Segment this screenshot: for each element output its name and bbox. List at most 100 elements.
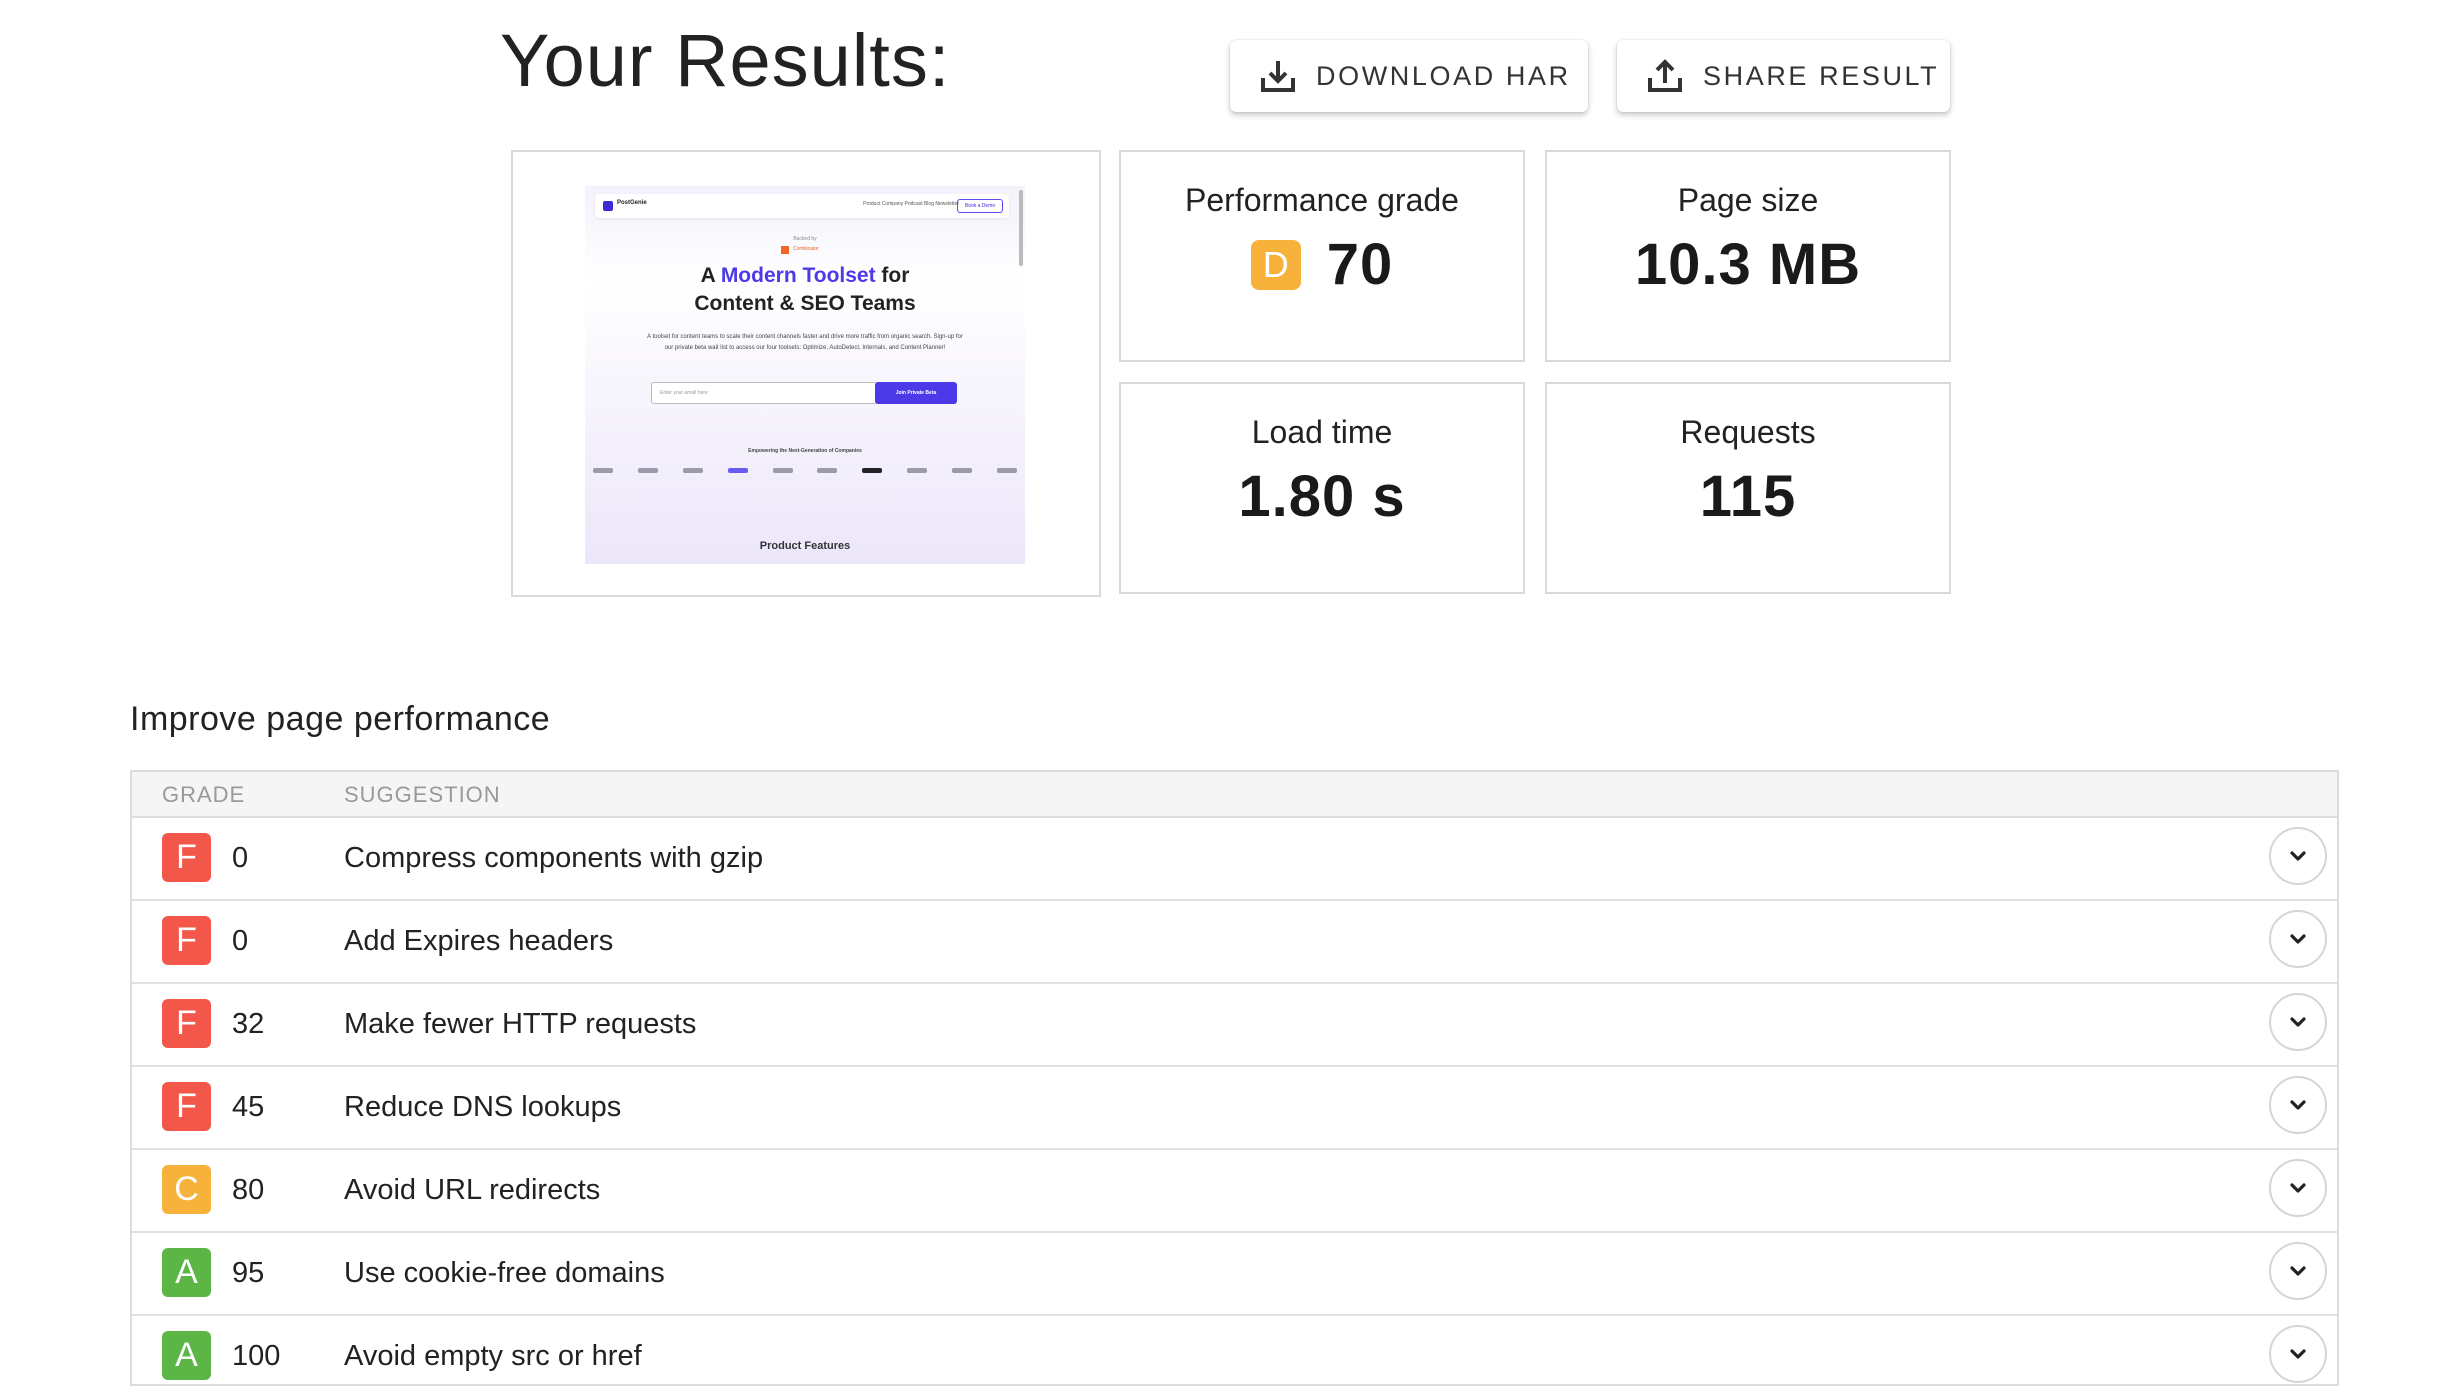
requests-value: 115: [1699, 464, 1797, 529]
chevron-down-icon: [2290, 934, 2306, 944]
suggestion-text: Compress components with gzip: [344, 842, 764, 874]
thumbnail-join-button: Join Private Beta: [875, 382, 957, 404]
thumbnail-yc-logo-icon: [781, 246, 789, 254]
chevron-down-icon: [2290, 851, 2306, 861]
performance-grade-label: Performance grade: [1185, 182, 1459, 218]
suggestion-text: Avoid empty src or href: [344, 1340, 642, 1372]
thumbnail-backed-by: Backed by: [793, 236, 817, 242]
customer-logo-icon: [907, 468, 928, 473]
table-body: F 0 Compress components with gzip F 0 Ad…: [132, 818, 2337, 1397]
table-row[interactable]: F 32 Make fewer HTTP requests: [132, 984, 2337, 1067]
grade-score: 45: [232, 1091, 265, 1123]
expand-row-button[interactable]: [2269, 1242, 2327, 1300]
thumbnail-subtext: A toolset for content teams to scale the…: [647, 334, 963, 351]
performance-grade-badge: D: [1250, 239, 1301, 290]
table-row[interactable]: F 0 Add Expires headers: [132, 901, 2337, 984]
grade-badge: F: [162, 916, 211, 965]
table-row[interactable]: F 0 Compress components with gzip: [132, 818, 2337, 901]
grade-score: 100: [232, 1340, 281, 1372]
grade-badge: A: [162, 1331, 211, 1380]
download-icon: [1261, 61, 1295, 92]
expand-row-button[interactable]: [2269, 1159, 2327, 1217]
page-size-value: 10.3 MB: [1634, 232, 1862, 297]
thumbnail-yc-label: Combinator: [793, 246, 819, 252]
thumbnail-image: PostGenie Product Company Podcast Blog N…: [585, 186, 1025, 564]
expand-row-button[interactable]: [2269, 1076, 2327, 1134]
thumbnail-customer-logos: [593, 468, 1017, 473]
download-har-label: DOWNLOAD HAR: [1316, 60, 1571, 91]
grade-score: 32: [232, 1008, 265, 1040]
thumbnail-nav-button: Book a Demo: [957, 199, 1003, 213]
grade-score: 95: [232, 1257, 265, 1289]
share-result-button[interactable]: SHARE RESULT: [1617, 40, 1950, 112]
page-size-label: Page size: [1677, 182, 1819, 218]
grade-score: 0: [232, 925, 249, 957]
page-screenshot-thumbnail: PostGenie Product Company Podcast Blog N…: [511, 150, 1101, 597]
expand-row-button[interactable]: [2269, 1325, 2327, 1383]
requests-label: Requests: [1680, 414, 1816, 450]
customer-logo-icon: [682, 468, 703, 473]
thumbnail-headline-accent: Modern Toolset: [720, 264, 876, 287]
chevron-down-icon: [2290, 1100, 2306, 1110]
suggestions-table: GRADE SUGGESTION F 0 Compress components…: [130, 770, 2339, 1386]
thumbnail-headline: A Modern Toolset for Content & SEO Teams: [585, 262, 1025, 318]
thumbnail-navbar: PostGenie Product Company Podcast Blog N…: [595, 194, 1009, 218]
thumbnail-headline-1: A: [700, 264, 721, 287]
thumbnail-logo-icon: [603, 201, 613, 211]
requests-tile: Requests 115: [1545, 382, 1951, 594]
download-har-button[interactable]: DOWNLOAD HAR: [1230, 40, 1588, 112]
performance-grade-row: D 70: [1250, 231, 1394, 298]
grade-score: 0: [232, 842, 249, 874]
chevron-down-icon: [2290, 1266, 2306, 1276]
thumbnail-product-features: Product Features: [759, 540, 851, 552]
table-row[interactable]: A 100 Avoid empty src or href: [132, 1316, 2337, 1397]
suggestion-text: Reduce DNS lookups: [344, 1091, 622, 1123]
improve-section-title: Improve page performance: [130, 700, 551, 738]
expand-row-button[interactable]: [2269, 827, 2327, 885]
table-row[interactable]: F 45 Reduce DNS lookups: [132, 1067, 2337, 1150]
column-header-grade: GRADE: [162, 782, 246, 807]
thumbnail-headline-line2: Content & SEO Teams: [694, 292, 916, 315]
customer-logo-icon: [862, 468, 883, 473]
share-icon: [1648, 59, 1682, 92]
load-time-tile: Load time 1.80 s: [1119, 382, 1525, 594]
grade-badge: F: [162, 833, 211, 882]
customer-logo-icon: [996, 468, 1017, 473]
share-result-label: SHARE RESULT: [1703, 60, 1940, 91]
suggestion-text: Avoid URL redirects: [344, 1174, 601, 1206]
customer-logo-icon: [772, 468, 793, 473]
expand-row-button[interactable]: [2269, 910, 2327, 968]
load-time-label: Load time: [1251, 414, 1393, 450]
thumbnail-email-field: Enter your email here: [651, 382, 877, 404]
suggestion-text: Use cookie-free domains: [344, 1257, 665, 1289]
chevron-down-icon: [2290, 1017, 2306, 1027]
thumbnail-logo-text: PostGenie: [617, 200, 647, 206]
thumbnail-scrollbar: [1019, 190, 1023, 266]
grade-badge: C: [162, 1165, 211, 1214]
performance-grade-tile: Performance grade D 70: [1119, 150, 1525, 362]
thumbnail-headline-2: for: [875, 264, 910, 287]
chevron-down-icon: [2290, 1183, 2306, 1193]
column-header-suggestion: SUGGESTION: [344, 782, 501, 807]
suggestion-text: Add Expires headers: [344, 925, 614, 957]
performance-grade-value: 70: [1326, 232, 1394, 297]
table-header: GRADE SUGGESTION: [132, 772, 2337, 818]
load-time-value: 1.80 s: [1238, 464, 1406, 529]
customer-logo-icon: [817, 468, 838, 473]
grade-score: 80: [232, 1174, 265, 1206]
customer-logo-icon: [637, 468, 658, 473]
customer-logo-icon: [593, 468, 613, 473]
chevron-down-icon: [2290, 1349, 2306, 1359]
grade-badge: F: [162, 1082, 211, 1131]
grade-badge: F: [162, 999, 211, 1048]
customer-logo-icon: [952, 468, 972, 473]
page-size-tile: Page size 10.3 MB: [1545, 150, 1951, 362]
grade-badge: A: [162, 1248, 211, 1297]
suggestion-text: Make fewer HTTP requests: [344, 1008, 697, 1040]
customer-logo-icon: [727, 468, 748, 473]
expand-row-button[interactable]: [2269, 993, 2327, 1051]
table-row[interactable]: A 95 Use cookie-free domains: [132, 1233, 2337, 1316]
table-row[interactable]: C 80 Avoid URL redirects: [132, 1150, 2337, 1233]
thumbnail-nav-links: Product Company Podcast Blog Newsletter: [863, 201, 959, 207]
thumbnail-empowering-text: Empowering the Next-Generation of Compan…: [748, 448, 862, 454]
